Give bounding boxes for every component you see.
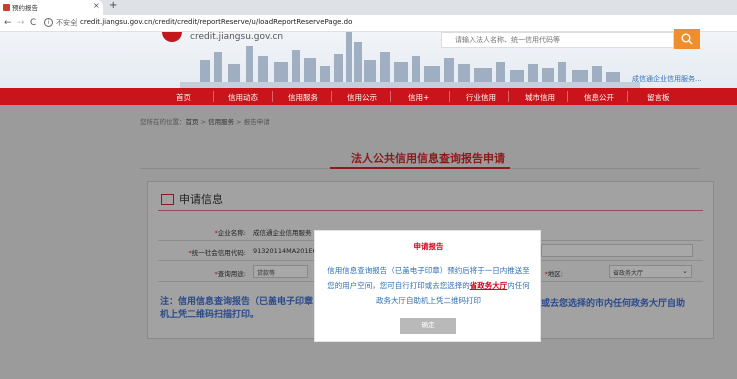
region-select[interactable]: 省政务大厅 ⌄	[609, 265, 692, 278]
browser-tab[interactable]: 预约报告 ×	[0, 0, 103, 15]
nav-divider	[213, 91, 214, 102]
breadcrumb-separator: >	[198, 118, 209, 126]
search-input[interactable]	[442, 33, 673, 47]
breadcrumb-separator: >	[234, 118, 244, 126]
credit-code-label-text: 统一社会信用代码:	[191, 249, 246, 257]
nav-divider	[272, 91, 273, 102]
dialog-message: 信用信息查询报告（已盖电子印章）预约后将于一日内推送至您的用户空间，您可自行打印…	[327, 263, 530, 308]
breadcrumb: 您所在的位置：首页 > 信用服务 > 报告申请	[140, 116, 270, 126]
credit-code-value: 91320114MA201E6	[253, 247, 317, 255]
apply-report-dialog: 申请报告 信用信息查询报告（已盖电子印章）预约后将于一日内推送至您的用户空间，您…	[314, 230, 541, 342]
dialog-highlight: 省政务大厅	[469, 281, 508, 290]
search-icon	[681, 33, 693, 45]
nav-item-disclosure[interactable]: 信息公开	[584, 92, 614, 103]
insecure-label: 不安全	[56, 19, 77, 27]
breadcrumb-home[interactable]: 首页	[186, 118, 199, 126]
company-name-label-text: 企业名称:	[217, 229, 246, 237]
nav-item-credit-plus[interactable]: 信用+	[408, 92, 429, 103]
credit-code-label: *统一社会信用代码:	[158, 247, 246, 257]
purpose-label-text: 查询用途:	[217, 270, 246, 278]
nav-divider	[449, 91, 450, 102]
header-service-link[interactable]: 成信通企业信用服务...	[632, 74, 702, 84]
favicon-icon	[3, 4, 10, 11]
nav-item-publicity[interactable]: 信用公示	[347, 92, 377, 103]
panel-title: 申请信息	[179, 193, 223, 206]
nav-item-home[interactable]: 首页	[176, 92, 191, 103]
main-nav: 首页 信用动态 信用服务 信用公示 信用+ 行业信用 城市信用 信息公开 留言板	[0, 88, 737, 105]
notice-text-right: 或去您选择的市内任何政务大厅自助	[541, 299, 686, 309]
region-label-text: 地区:	[547, 270, 563, 278]
company-name-value: 成信通企业信用服务	[253, 229, 312, 237]
nav-divider	[390, 91, 391, 102]
reload-icon[interactable]: C	[30, 18, 36, 28]
purpose-label: *查询用途:	[158, 268, 246, 278]
url-field[interactable]: credit.jiangsu.gov.cn/credit/credit/repo…	[80, 18, 352, 26]
region-select-value: 省政务大厅	[613, 270, 644, 277]
nav-divider	[508, 91, 509, 102]
dialog-confirm-button[interactable]: 确定	[400, 318, 456, 334]
nav-divider	[567, 91, 568, 102]
search-button[interactable]	[674, 29, 700, 49]
nav-item-service[interactable]: 信用服务	[288, 92, 318, 103]
nav-divider	[331, 91, 332, 102]
document-icon	[161, 194, 174, 205]
nav-item-industry[interactable]: 行业信用	[466, 92, 496, 103]
back-arrow-icon[interactable]: ←	[4, 18, 12, 28]
site-domain: credit.jiangsu.gov.cn	[190, 32, 284, 42]
address-bar: ← → C i 不安全 credit.jiangsu.gov.cn/credit…	[0, 15, 737, 32]
url-divider	[76, 18, 77, 27]
breadcrumb-section[interactable]: 信用服务	[208, 118, 234, 126]
title-underline-accent	[330, 167, 510, 169]
tab-title: 预约报告	[12, 4, 38, 12]
breadcrumb-current: 报告申请	[243, 118, 270, 126]
search-box	[441, 32, 674, 48]
chevron-down-icon: ⌄	[682, 267, 688, 275]
browser-tabbar: 预约报告 × +	[0, 0, 737, 15]
purpose-select[interactable]: 贷款等	[253, 265, 308, 278]
nav-item-city[interactable]: 城市信用	[525, 92, 555, 103]
emblem-logo	[162, 32, 182, 42]
nav-divider	[627, 91, 628, 102]
company-name-label: *企业名称:	[158, 227, 246, 237]
info-icon[interactable]: i	[44, 18, 53, 27]
dialog-title: 申请报告	[413, 242, 444, 251]
tab-close-icon[interactable]: ×	[93, 1, 100, 10]
contact-field[interactable]	[541, 244, 693, 257]
new-tab-button[interactable]: +	[109, 0, 117, 11]
breadcrumb-prefix: 您所在的位置：	[140, 118, 186, 126]
nav-item-news[interactable]: 信用动态	[228, 92, 258, 103]
nav-item-message-board[interactable]: 留言板	[647, 92, 670, 103]
forward-arrow-icon[interactable]: →	[17, 18, 25, 28]
panel-divider	[158, 210, 703, 211]
page-title: 法人公共信用信息查询报告申请	[351, 152, 505, 165]
